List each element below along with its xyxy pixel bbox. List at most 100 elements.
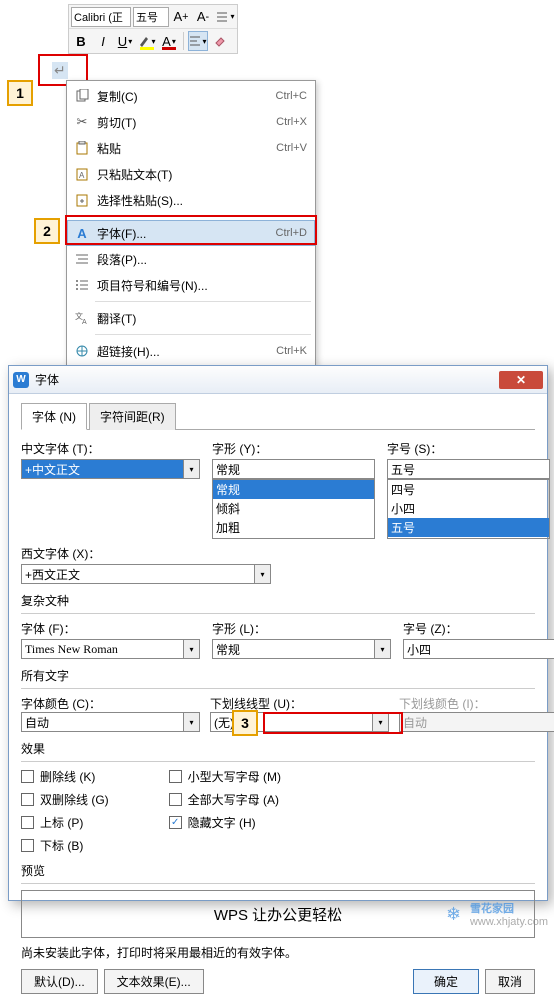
cx-style-input[interactable] xyxy=(212,639,375,659)
paste-text-icon: A xyxy=(71,167,93,181)
menu-bullets[interactable]: 项目符号和编号(N)... xyxy=(67,272,315,298)
eraser-button[interactable] xyxy=(210,31,230,51)
bold-button[interactable]: B xyxy=(71,31,91,51)
checkbox-label: 上标 (P) xyxy=(40,814,83,831)
snowflake-icon: ❄ xyxy=(446,904,466,924)
align-button[interactable]: ▾ xyxy=(188,31,208,51)
italic-button[interactable]: I xyxy=(93,31,113,51)
increase-font-button[interactable]: A+ xyxy=(171,7,191,27)
complex-section-label: 复杂文种 xyxy=(21,592,535,609)
callout-marker-1: 1 xyxy=(7,80,33,106)
clipboard-icon xyxy=(71,141,93,155)
menu-label: 项目符号和编号(N)... xyxy=(93,277,307,294)
translate-icon: 文A xyxy=(71,311,93,325)
close-button[interactable]: ✕ xyxy=(499,371,543,389)
callout-marker-2: 2 xyxy=(34,218,60,244)
paragraph-icon xyxy=(71,253,93,265)
smallcaps-checkbox[interactable]: 小型大写字母 (M) xyxy=(169,768,281,785)
font-dialog: W 字体 ✕ 字体 (N) 字符间距(R) 中文字体 (T)： ▾ 字形 (Y)… xyxy=(8,365,548,901)
menu-paste-text[interactable]: A 只粘贴文本(T) xyxy=(67,161,315,187)
cn-font-input[interactable] xyxy=(21,459,184,479)
formatting-toolbar: A+ A- ▾ B I U▾ ▾ A▾ ▾ xyxy=(68,4,238,54)
cx-size-label: 字号 (Z)： xyxy=(403,620,554,637)
west-font-input[interactable] xyxy=(21,564,255,584)
paragraph-mark-icon: ↵ xyxy=(52,62,68,79)
cx-font-label: 字体 (F)： xyxy=(21,620,200,637)
menu-shortcut: Ctrl+V xyxy=(276,142,307,154)
svg-text:A: A xyxy=(82,319,87,325)
color-input[interactable] xyxy=(21,712,184,732)
checkbox-label: 下标 (B) xyxy=(40,837,83,854)
style-input[interactable] xyxy=(212,459,375,479)
cancel-button[interactable]: 取消 xyxy=(485,969,535,994)
underline-button[interactable]: U▾ xyxy=(115,31,135,51)
decrease-font-button[interactable]: A- xyxy=(193,7,213,27)
list-icon xyxy=(71,279,93,291)
menu-shortcut: Ctrl+K xyxy=(276,345,307,357)
dropdown-arrow-icon[interactable]: ▾ xyxy=(184,459,200,479)
menu-paragraph[interactable]: 段落(P)... xyxy=(67,246,315,272)
dropdown-arrow-icon[interactable]: ▾ xyxy=(184,639,200,659)
svg-text:A: A xyxy=(79,171,85,180)
strike-checkbox[interactable]: 删除线 (K) xyxy=(21,768,109,785)
texteffect-button[interactable]: 文本效果(E)... xyxy=(104,969,204,994)
paste-special-icon xyxy=(71,193,93,207)
cn-font-label: 中文字体 (T)： xyxy=(21,440,200,457)
tab-spacing[interactable]: 字符间距(R) xyxy=(89,403,176,430)
dropdown-arrow-icon[interactable]: ▾ xyxy=(255,564,271,584)
dstrike-checkbox[interactable]: 双删除线 (G) xyxy=(21,791,109,808)
menu-shortcut: Ctrl+X xyxy=(276,116,307,128)
highlight-button[interactable]: ▾ xyxy=(137,31,157,51)
cx-font-input[interactable] xyxy=(21,639,184,659)
dropdown-arrow-icon[interactable]: ▾ xyxy=(375,639,391,659)
font-size-select[interactable] xyxy=(133,7,169,27)
ok-button[interactable]: 确定 xyxy=(413,969,479,994)
font-color-button[interactable]: A▾ xyxy=(159,31,179,51)
wps-icon: W xyxy=(13,372,29,388)
west-font-label: 西文字体 (X)： xyxy=(21,545,271,562)
cx-size-input[interactable] xyxy=(403,639,554,659)
menu-label: 翻译(T) xyxy=(93,310,307,327)
menu-shortcut: Ctrl+C xyxy=(276,90,307,102)
watermark-text: 雪花家园 xyxy=(470,900,548,916)
style-label: 字形 (Y)： xyxy=(212,440,375,457)
hidden-checkbox[interactable]: ✓隐藏文字 (H) xyxy=(169,814,281,831)
allcaps-checkbox[interactable]: 全部大写字母 (A) xyxy=(169,791,281,808)
link-icon xyxy=(71,344,93,358)
menu-translate[interactable]: 文A 翻译(T) xyxy=(67,305,315,331)
default-button[interactable]: 默认(D)... xyxy=(21,969,98,994)
menu-cut[interactable]: ✂ 剪切(T) Ctrl+X xyxy=(67,109,315,135)
size-label: 字号 (S)： xyxy=(387,440,550,457)
checkbox-label: 删除线 (K) xyxy=(40,768,95,785)
preview-note: 尚未安装此字体，打印时将采用最相近的有效字体。 xyxy=(21,944,535,961)
checkbox-label: 全部大写字母 (A) xyxy=(188,791,279,808)
watermark: ❄ 雪花家园 www.xhjaty.com xyxy=(446,900,548,928)
watermark-url: www.xhjaty.com xyxy=(470,916,548,928)
menu-label: 段落(P)... xyxy=(93,251,307,268)
menu-hyperlink[interactable]: 超链接(H)... Ctrl+K xyxy=(67,338,315,364)
menu-paste[interactable]: 粘贴 Ctrl+V xyxy=(67,135,315,161)
menu-label: 剪切(T) xyxy=(93,114,276,131)
callout-box-3 xyxy=(263,712,403,734)
menu-paste-special[interactable]: 选择性粘贴(S)... xyxy=(67,187,315,213)
menu-label: 超链接(H)... xyxy=(93,343,276,360)
size-listbox[interactable]: 四号 小四 五号 xyxy=(387,479,550,539)
menu-copy[interactable]: 复制(C) Ctrl+C xyxy=(67,83,315,109)
checkbox-label: 隐藏文字 (H) xyxy=(188,814,256,831)
tab-font[interactable]: 字体 (N) xyxy=(21,403,87,430)
callout-box-2 xyxy=(65,215,317,245)
dropdown-arrow-icon[interactable]: ▾ xyxy=(184,712,200,732)
checkbox-label: 双删除线 (G) xyxy=(40,791,109,808)
super-checkbox[interactable]: 上标 (P) xyxy=(21,814,109,831)
color-label: 字体颜色 (C)： xyxy=(21,697,101,711)
sub-checkbox[interactable]: 下标 (B) xyxy=(21,837,109,854)
font-name-select[interactable] xyxy=(71,7,131,27)
preview-text: WPS 让办公更轻松 xyxy=(214,904,342,925)
menu-label: 复制(C) xyxy=(93,88,276,105)
size-input[interactable] xyxy=(387,459,550,479)
style-listbox[interactable]: 常规 倾斜 加粗 xyxy=(212,479,375,539)
menu-label: 选择性粘贴(S)... xyxy=(93,192,307,209)
menu-label: 粘贴 xyxy=(93,140,276,157)
alltext-section-label: 所有文字 xyxy=(21,667,535,684)
line-spacing-button[interactable]: ▾ xyxy=(215,7,235,27)
